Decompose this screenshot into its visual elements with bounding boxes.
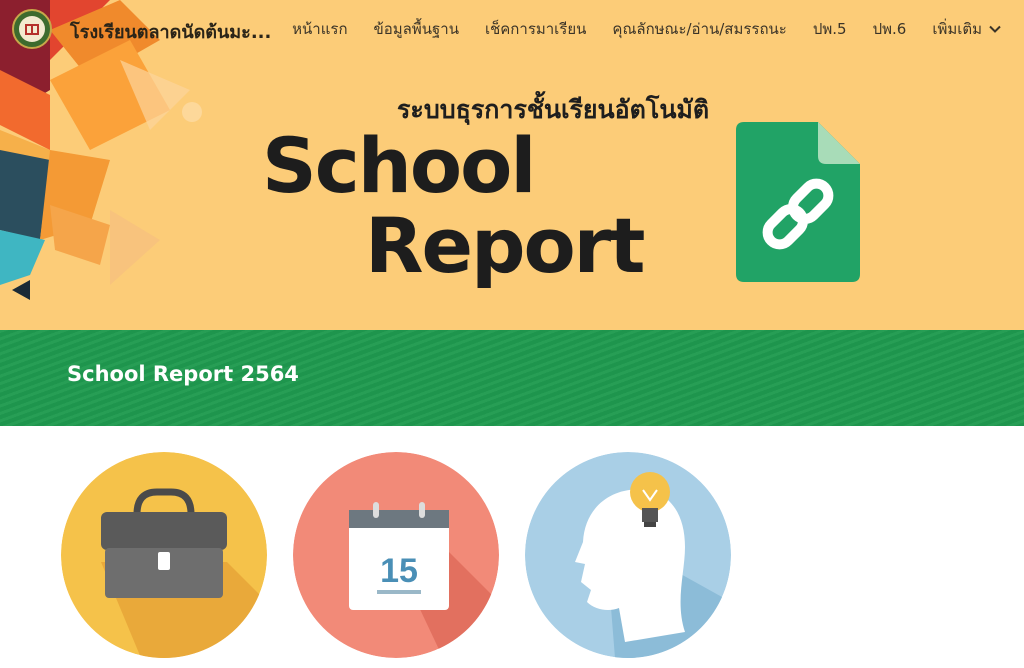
hero-header: โรงเรียนตลาดนัดต้นมะ... หน้าแรก ข้อมูลพื…: [0, 0, 1024, 330]
nav-more-label: เพิ่มเติม: [932, 20, 982, 38]
site-title[interactable]: โรงเรียนตลาดนัดต้นมะ...: [70, 17, 271, 46]
nav-item-pp5[interactable]: ปพ.5: [813, 17, 847, 41]
banner-title: School Report 2564: [67, 362, 299, 386]
school-logo[interactable]: [12, 9, 52, 49]
nav-links: หน้าแรก ข้อมูลพื้นฐาน เช็คการมาเรียน คุณ…: [266, 17, 1002, 41]
calendar-day: 15: [380, 552, 418, 590]
idea-head-icon: [525, 452, 731, 658]
top-navigation: โรงเรียนตลาดนัดต้นมะ... หน้าแรก ข้อมูลพื…: [0, 0, 1024, 58]
briefcase-icon: [61, 452, 267, 658]
section-banner: School Report 2564: [0, 330, 1024, 426]
nav-item-basic-info[interactable]: ข้อมูลพื้นฐาน: [374, 17, 459, 41]
calendar-card[interactable]: 15: [293, 452, 499, 658]
nav-item-characteristics[interactable]: คุณลักษณะ/อ่าน/สมรรถนะ: [612, 17, 786, 41]
link-document-icon: [736, 122, 860, 282]
nav-item-pp6[interactable]: ปพ.6: [873, 17, 907, 41]
idea-card[interactable]: [525, 452, 731, 658]
hero-title-line2: Report: [365, 201, 645, 290]
briefcase-card[interactable]: [61, 452, 267, 658]
chevron-down-icon: [989, 25, 1001, 33]
calendar-icon: 15: [293, 452, 499, 658]
hero-title-line1: School: [262, 121, 536, 210]
nav-item-home[interactable]: หน้าแรก: [292, 17, 347, 41]
nav-item-attendance[interactable]: เช็คการมาเรียน: [485, 17, 586, 41]
nav-item-more[interactable]: เพิ่มเติม: [932, 17, 1002, 41]
